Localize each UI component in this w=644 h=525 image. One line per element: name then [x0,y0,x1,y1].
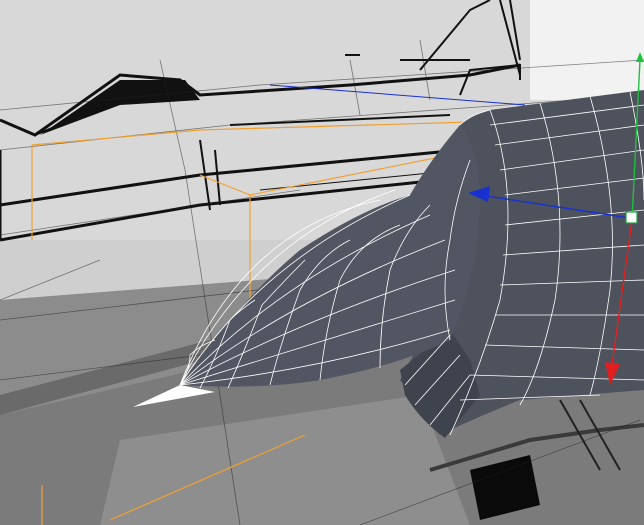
3d-viewport[interactable] [0,0,644,525]
viewport-canvas[interactable] [0,0,644,525]
cube-handle-icon[interactable] [625,211,638,224]
